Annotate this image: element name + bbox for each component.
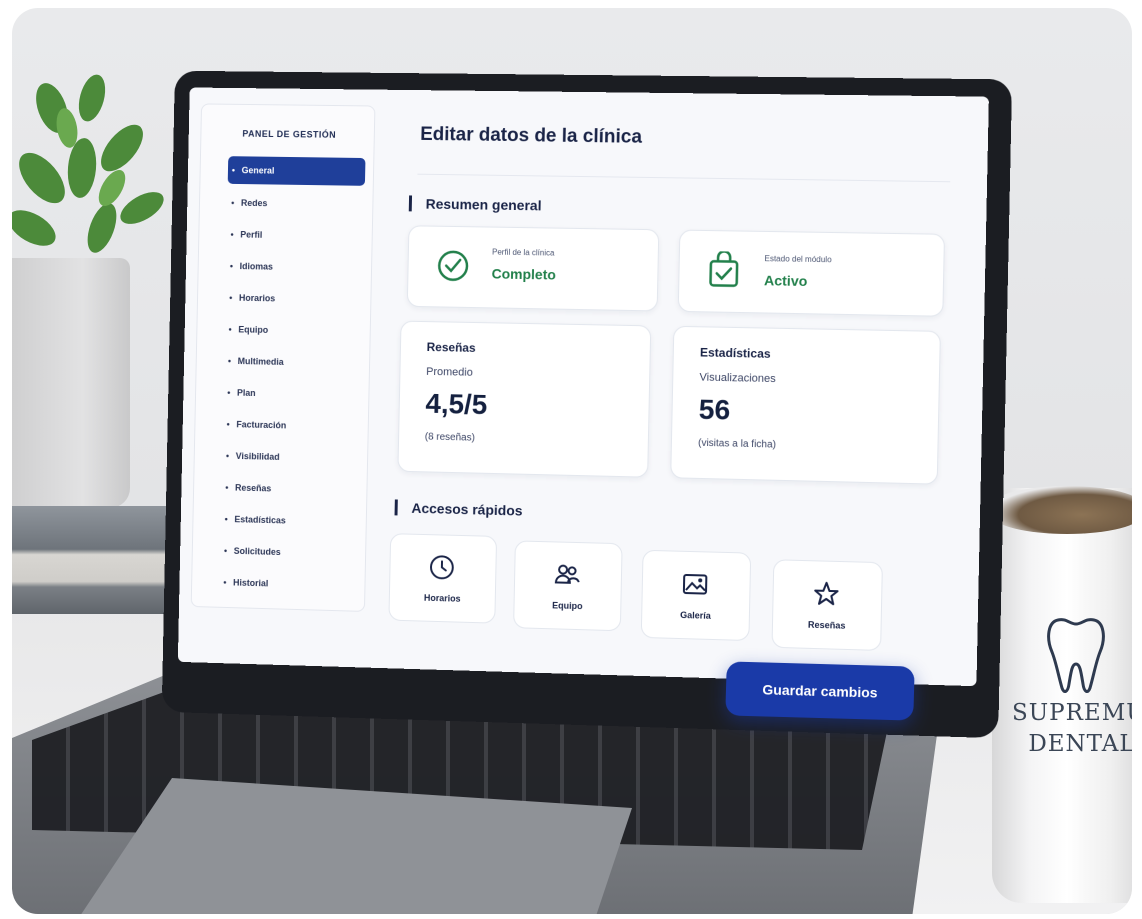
- mug-brand-line2: DENTAL: [1028, 731, 1132, 757]
- reviews-average-value: 4,5/5: [425, 387, 488, 420]
- sidebar-item-solicitudes[interactable]: Solicitudes: [220, 536, 358, 571]
- module-status-value: Activo: [763, 272, 808, 290]
- book-stack: [12, 506, 172, 614]
- sidebar-item-historial[interactable]: Historial: [219, 567, 357, 603]
- profile-status-value: Completo: [491, 265, 557, 283]
- stats-card-label: Visualizaciones: [699, 371, 776, 386]
- sidebar-item-idiomas[interactable]: Idiomas: [226, 251, 364, 285]
- module-status-card: Estado del módulo Activo: [677, 229, 946, 317]
- sidebar-item-horarios[interactable]: Horarios: [225, 283, 363, 317]
- summary-section-title: Resumen general: [408, 195, 542, 214]
- quick-link-equipo-label: Equipo: [552, 600, 583, 612]
- title-divider: [417, 173, 951, 183]
- reviews-card-label: Promedio: [426, 365, 473, 379]
- mug-brand-line1: SUPREMUS: [1012, 700, 1132, 726]
- users-icon: [555, 564, 580, 584]
- page-title: Editar datos de la clínica: [420, 123, 643, 148]
- stats-card: Estadísticas Visualizaciones 56 (visitas…: [670, 325, 941, 485]
- quick-link-equipo[interactable]: Equipo: [513, 540, 623, 632]
- sidebar-item-perfil[interactable]: Perfil: [226, 219, 364, 253]
- stats-views-note: (visitas a la ficha): [697, 437, 777, 451]
- badge-check-icon: [434, 247, 472, 285]
- sidebar-menu: General Redes Perfil Idiomas Horarios Eq…: [219, 156, 366, 603]
- sidebar-item-redes[interactable]: Redes: [227, 188, 365, 222]
- stats-card-title: Estadísticas: [699, 345, 771, 361]
- sidebar-item-general[interactable]: General: [227, 156, 366, 186]
- profile-status-label: Perfil de la clínica: [491, 247, 555, 258]
- quick-link-horarios-label: Horarios: [423, 592, 461, 604]
- main-content: Editar datos de la clínica Resumen gener…: [388, 108, 962, 661]
- sidebar-item-multimedia[interactable]: Multimedia: [224, 346, 362, 381]
- mug-brand: SUPREMUS DENTAL: [1012, 698, 1132, 760]
- image-icon: [681, 570, 710, 599]
- clock-icon: [428, 553, 456, 582]
- sidebar-item-facturacion[interactable]: Facturación: [222, 409, 360, 444]
- plant-pot: [12, 258, 130, 508]
- save-changes-button[interactable]: Guardar cambios: [725, 661, 915, 721]
- quick-link-resenas[interactable]: Reseñas: [771, 559, 883, 651]
- app-screen: PANEL DE GESTIÓN General Redes Perfil Id…: [177, 87, 989, 687]
- tooth-logo-icon: [1047, 618, 1105, 693]
- star-icon: [812, 579, 841, 608]
- stats-views-value: 56: [698, 393, 731, 426]
- quick-link-horarios[interactable]: Horarios: [388, 533, 498, 624]
- sidebar-item-estadisticas[interactable]: Estadísticas: [220, 504, 358, 539]
- sidebar-item-visibilidad[interactable]: Visibilidad: [222, 441, 360, 476]
- quick-link-resenas-label: Reseñas: [807, 619, 846, 631]
- module-status-label: Estado del módulo: [764, 254, 832, 265]
- sidebar-title: PANEL DE GESTIÓN: [242, 128, 337, 140]
- plant-leaves: [12, 74, 164, 253]
- profile-status-card: Perfil de la clínica Completo: [406, 225, 660, 312]
- quick-link-galeria-label: Galería: [680, 609, 711, 621]
- sidebar-item-resenas[interactable]: Reseñas: [221, 472, 359, 507]
- reviews-count-note: (8 reseñas): [424, 431, 476, 444]
- reviews-card-title: Reseñas: [426, 340, 476, 355]
- quick-access-title: Accesos rápidos: [394, 499, 523, 519]
- bag-check-icon: [705, 251, 742, 290]
- reviews-card: Reseñas Promedio 4,5/5 (8 reseñas): [397, 320, 652, 478]
- sidebar-item-plan[interactable]: Plan: [223, 378, 361, 413]
- mug-rim: [992, 486, 1132, 534]
- sidebar: PANEL DE GESTIÓN General Redes Perfil Id…: [190, 103, 376, 612]
- quick-link-galeria[interactable]: Galería: [640, 549, 752, 642]
- sidebar-item-equipo[interactable]: Equipo: [224, 314, 362, 348]
